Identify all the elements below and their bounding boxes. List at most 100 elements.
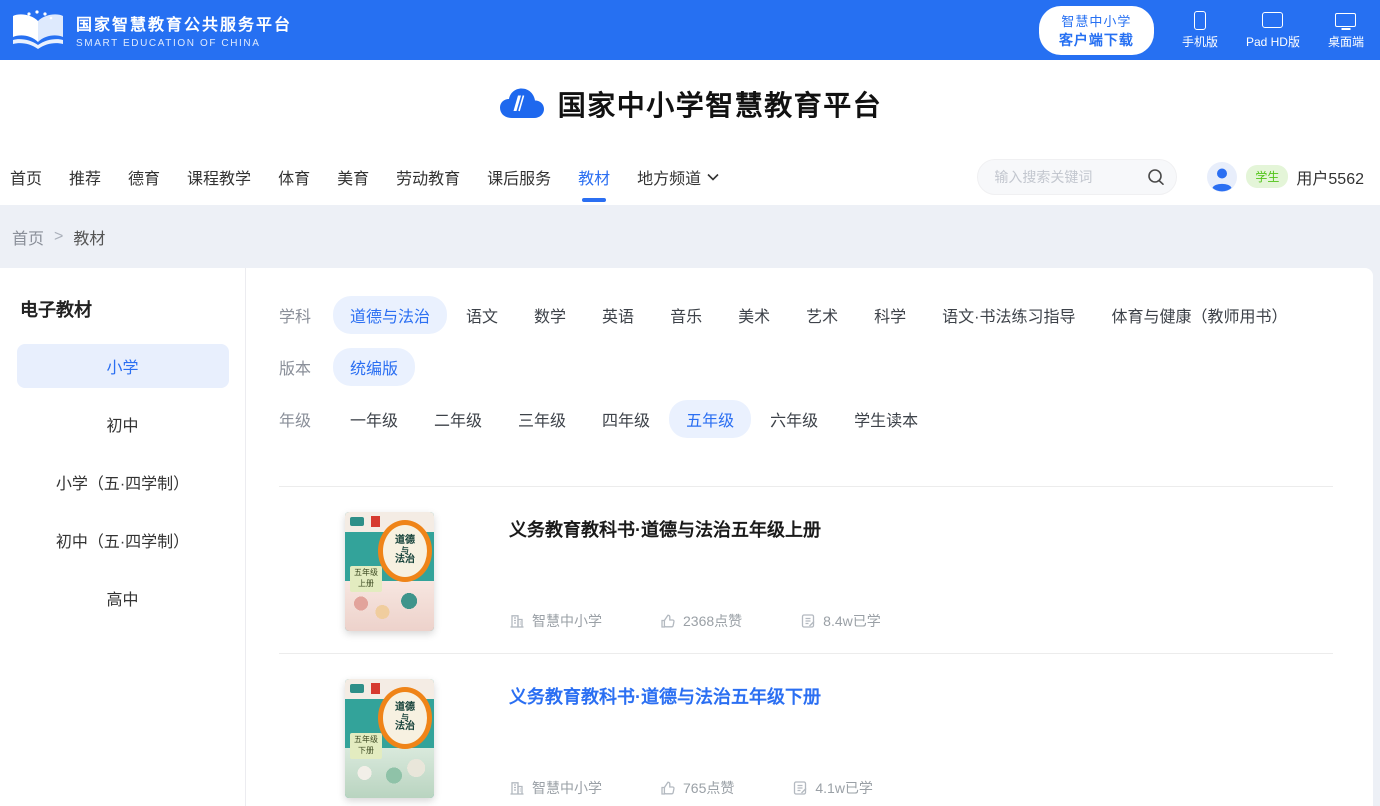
sidebar-item-junior-54[interactable]: 初中（五·四学制）: [17, 518, 229, 562]
book-title[interactable]: 义务教育教科书·道德与法治五年级上册: [509, 516, 1333, 542]
learned-book-icon: [794, 781, 807, 795]
book-publisher: 智慧中小学: [509, 611, 602, 631]
filter-label-grade: 年级: [279, 413, 312, 430]
nav-item-local-channels[interactable]: 地方频道: [637, 148, 719, 205]
publisher-label: 智慧中小学: [532, 780, 602, 796]
platform-link-phone[interactable]: 手机版: [1182, 10, 1218, 50]
cover-grade: 五年级: [354, 568, 378, 577]
book-likes: 2368点赞: [660, 611, 742, 631]
nav-item-label: 美育: [337, 170, 370, 188]
platform-link-desktop[interactable]: 桌面端: [1328, 10, 1364, 50]
nav-item-label: 体育: [278, 170, 311, 188]
user-area: 学生 用户5562: [1207, 161, 1364, 192]
nav-item-label: 课程教学: [187, 170, 252, 188]
grade-option[interactable]: 四年级: [585, 400, 667, 438]
main-content: 学科 道德与法治 语文 数学 英语 音乐 美术 艺术 科学 语文·书法练习指导 …: [246, 268, 1373, 806]
user-name[interactable]: 用户5562: [1296, 165, 1364, 189]
nav-item-after-school[interactable]: 课后服务: [487, 148, 551, 205]
role-badge: 学生: [1246, 165, 1289, 188]
sidebar-item-label: 初中（五·四学制）: [55, 534, 190, 551]
thumbs-up-icon: [661, 614, 675, 628]
subject-option[interactable]: 英语: [585, 296, 651, 334]
subject-option[interactable]: 语文·书法练习指导: [925, 296, 1092, 334]
subject-option[interactable]: 科学: [857, 296, 923, 334]
grade-option[interactable]: 三年级: [501, 400, 583, 438]
platform-link-label: 桌面端: [1327, 35, 1364, 49]
logo-title: 国家智慧教育公共服务平台: [76, 17, 293, 34]
phone-icon: [1193, 10, 1206, 30]
subject-option[interactable]: 艺术: [789, 296, 855, 334]
cover-subject-badge: 道德 与 法治: [378, 687, 432, 749]
user-avatar-icon[interactable]: [1207, 161, 1238, 192]
subject-option-selected[interactable]: 道德与法治: [333, 296, 448, 334]
sidebar-item-label: 高中: [106, 592, 139, 609]
content-area: 电子教材 小学 初中 小学（五·四学制） 初中（五·四学制） 高中 学科 道德与…: [0, 268, 1380, 806]
nav-item-labor-education[interactable]: 劳动教育: [396, 148, 460, 205]
nav-item-label: 教材: [578, 170, 611, 188]
nav-item-recommend[interactable]: 推荐: [69, 148, 101, 205]
cover-grade-label: 五年级 上册: [350, 566, 382, 592]
nav-item-curriculum-teaching[interactable]: 课程教学: [187, 148, 251, 205]
learned-label: 8.4w已学: [823, 613, 881, 629]
breadcrumb-home[interactable]: 首页: [12, 225, 44, 249]
nav-item-textbooks[interactable]: 教材: [578, 148, 610, 205]
grade-option[interactable]: 六年级: [753, 400, 835, 438]
filter-row-grade: 年级 一年级 二年级 三年级 四年级 五年级 六年级 学生读本: [279, 400, 1333, 438]
nav-item-label: 课后服务: [487, 170, 552, 188]
search-box: [977, 158, 1178, 195]
site-logo[interactable]: 国家智慧教育公共服务平台 SMART EDUCATION OF CHINA: [10, 9, 292, 51]
platform-title: 国家中小学智慧教育平台: [557, 90, 883, 121]
grade-option[interactable]: 学生读本: [837, 400, 935, 438]
client-download-button[interactable]: 智慧中小学 客户端下载: [1038, 5, 1154, 55]
cover-subject-line: 法治: [395, 554, 415, 566]
open-book-logo-icon: [10, 9, 66, 51]
sidebar-item-label: 小学: [106, 360, 139, 377]
sidebar: 电子教材 小学 初中 小学（五·四学制） 初中（五·四学制） 高中: [0, 268, 246, 806]
book-title[interactable]: 义务教育教科书·道德与法治五年级下册: [509, 683, 1333, 709]
nav-item-aesthetic-education[interactable]: 美育: [337, 148, 369, 205]
logo-subtitle: SMART EDUCATION OF CHINA: [76, 38, 261, 49]
breadcrumb: 首页 > 教材: [0, 205, 1380, 268]
grade-option-selected[interactable]: 五年级: [669, 400, 752, 438]
nav-item-label: 首页: [10, 170, 43, 188]
book-meta: 智慧中小学 2368点赞 8.4w已学: [509, 611, 1333, 631]
subject-option[interactable]: 语文: [449, 296, 515, 334]
nav-item-moral-education[interactable]: 德育: [128, 148, 160, 205]
filter-label-subject: 学科: [279, 309, 312, 326]
building-icon: [510, 615, 524, 628]
book-meta: 智慧中小学 765点赞 4.1w已学: [509, 778, 1333, 798]
book-publisher: 智慧中小学: [509, 778, 602, 798]
top-bar: 国家智慧教育公共服务平台 SMART EDUCATION OF CHINA 智慧…: [0, 0, 1380, 60]
sidebar-item-junior[interactable]: 初中: [17, 402, 229, 446]
download-button-line1: 智慧中小学: [1061, 13, 1132, 29]
version-option-selected[interactable]: 统编版: [333, 348, 416, 386]
book-cover[interactable]: 道德 与 法治 五年级 上册: [345, 512, 434, 631]
subject-option[interactable]: 美术: [721, 296, 787, 334]
platform-link-pad[interactable]: Pad HD版: [1246, 10, 1300, 50]
book-item: 道德 与 法治 五年级 下册 义务教育教科书·道德与法治五年级下册 智慧中小学 …: [279, 654, 1333, 806]
nav-item-physical-education[interactable]: 体育: [278, 148, 310, 205]
likes-label: 2368点赞: [683, 613, 743, 629]
subject-option[interactable]: 体育与健康（教师用书）: [1094, 296, 1304, 334]
sidebar-item-primary[interactable]: 小学: [16, 344, 229, 388]
chevron-down-icon: [707, 173, 719, 181]
search-icon[interactable]: [1147, 168, 1165, 186]
nav-item-label: 地方频道: [637, 170, 702, 188]
breadcrumb-separator: >: [54, 227, 64, 245]
likes-label: 765点赞: [683, 780, 735, 796]
grade-option[interactable]: 二年级: [417, 400, 499, 438]
cover-grade: 五年级: [354, 735, 378, 744]
filter-row-subject: 学科 道德与法治 语文 数学 英语 音乐 美术 艺术 科学 语文·书法练习指导 …: [279, 296, 1333, 334]
filter-row-version: 版本 统编版: [279, 348, 1333, 386]
learned-book-icon: [802, 614, 815, 628]
book-cover[interactable]: 道德 与 法治 五年级 下册: [345, 679, 434, 798]
cloud-pen-logo-icon: [498, 86, 546, 122]
cover-volume: 上册: [358, 578, 374, 588]
grade-option[interactable]: 一年级: [333, 400, 415, 438]
sidebar-item-senior[interactable]: 高中: [17, 576, 229, 620]
nav-item-home[interactable]: 首页: [10, 148, 42, 205]
subject-option[interactable]: 音乐: [653, 296, 719, 334]
sidebar-item-primary-54[interactable]: 小学（五·四学制）: [17, 460, 229, 504]
subject-option[interactable]: 数学: [517, 296, 583, 334]
nav-item-label: 德育: [128, 170, 161, 188]
